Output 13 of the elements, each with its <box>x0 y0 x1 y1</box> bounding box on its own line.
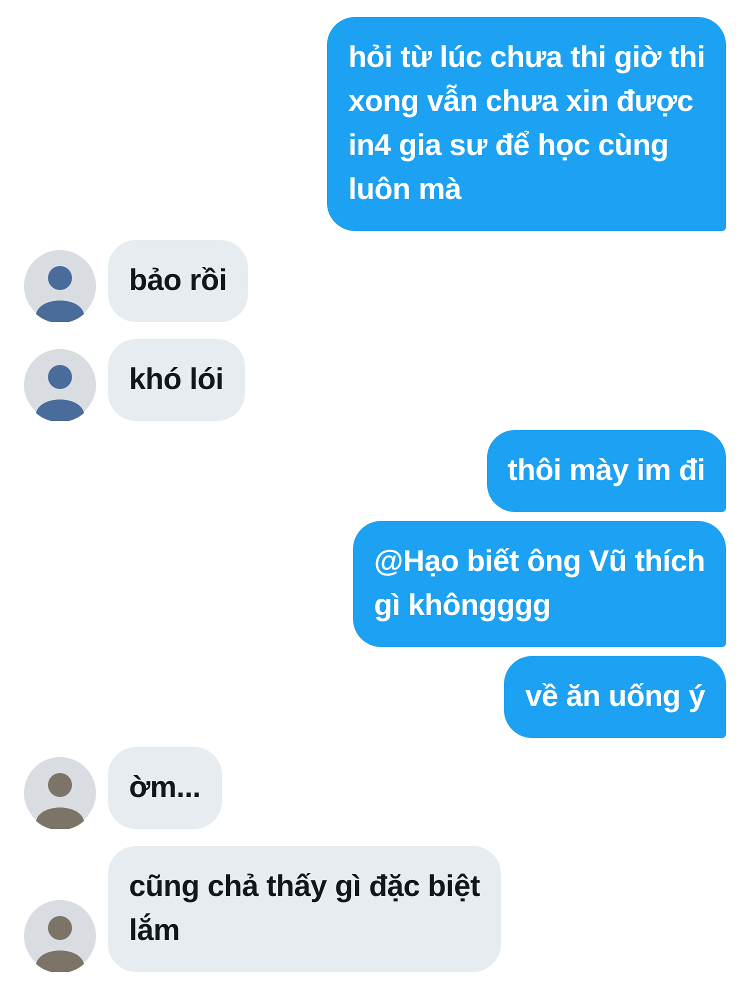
message-text: hỏi từ lúc chưa thi giờ thi <box>348 40 705 76</box>
message-text: lắm <box>129 912 181 949</box>
message-text: về ăn uống ý <box>525 679 705 715</box>
message-text: in4 gia sư để học cùng <box>348 128 670 164</box>
message-text: khó lói <box>129 362 224 398</box>
message-text: gì khôngggg <box>374 588 552 624</box>
message-text: luôn mà <box>348 172 463 208</box>
message-text: @Hạo biết ông Vũ thích <box>374 544 705 580</box>
message-text: thôi mày im đi <box>508 453 705 489</box>
message-text: cũng chả thấy gì đặc biệt <box>129 869 480 905</box>
message-text: xong vẫn chưa xin được <box>348 84 694 120</box>
message-text: ờm... <box>129 770 201 806</box>
message-text: bảo rồi <box>129 263 227 299</box>
